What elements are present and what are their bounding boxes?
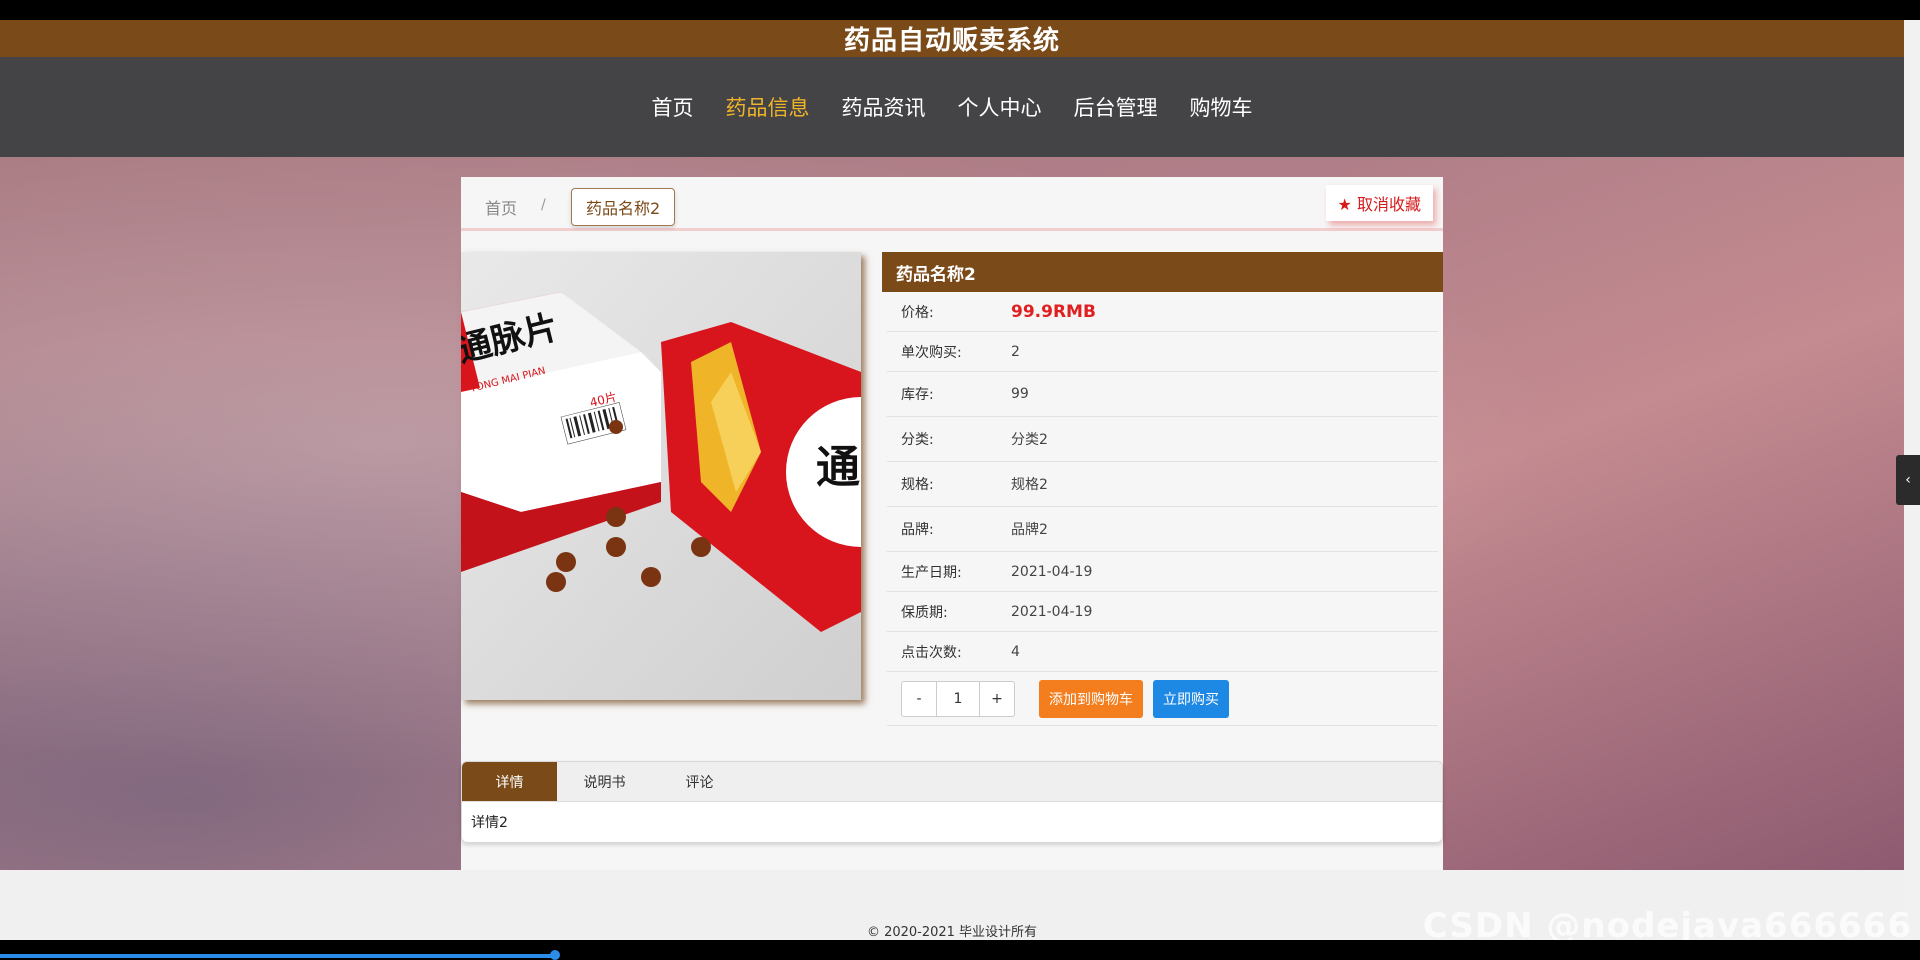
tab-instructions[interactable]: 说明书 bbox=[557, 762, 652, 801]
quantity-increment-button[interactable]: + bbox=[980, 682, 1014, 716]
info-value: 2021-04-19 bbox=[1011, 603, 1093, 620]
breadcrumb: 首页 / 药品名称2 ★ 取消收藏 bbox=[461, 177, 1443, 231]
nav-item-medicine-info[interactable]: 药品信息 bbox=[716, 86, 820, 128]
info-label: 品牌: bbox=[901, 522, 934, 538]
tabs-header: 详情 说明书 评论 bbox=[462, 762, 1442, 802]
chevron-left-icon: ‹ bbox=[1905, 472, 1911, 488]
unfavorite-label: 取消收藏 bbox=[1356, 195, 1421, 214]
info-value: 分类2 bbox=[1011, 432, 1048, 448]
info-row-per-purchase: 单次购买: 2 bbox=[887, 332, 1438, 372]
info-row-price: 价格: 99.9RMB bbox=[887, 292, 1438, 332]
info-value: 99 bbox=[1011, 386, 1029, 402]
video-progress-handle[interactable] bbox=[550, 950, 560, 960]
info-value: 品牌2 bbox=[1011, 522, 1048, 538]
product-info: 药品名称2 价格: 99.9RMB 单次购买: 2 库存: 99 分类: 分类2… bbox=[882, 252, 1443, 726]
unfavorite-button[interactable]: ★ 取消收藏 bbox=[1325, 185, 1433, 221]
add-to-cart-button[interactable]: 添加到购物车 bbox=[1039, 679, 1143, 718]
info-value: 2021-04-19 bbox=[1011, 563, 1093, 580]
tab-details[interactable]: 详情 bbox=[462, 762, 557, 801]
top-black-strip bbox=[0, 0, 1920, 20]
nav-item-medicine-news[interactable]: 药品资讯 bbox=[832, 86, 936, 128]
info-row-category: 分类: 分类2 bbox=[887, 417, 1438, 462]
video-progress-bar[interactable] bbox=[0, 954, 556, 958]
side-panel-toggle[interactable]: ‹ bbox=[1896, 455, 1920, 505]
info-label: 保质期: bbox=[901, 604, 948, 621]
nav-item-profile[interactable]: 个人中心 bbox=[948, 86, 1052, 128]
info-value: 规格2 bbox=[1011, 477, 1048, 493]
quantity-input[interactable]: 1 bbox=[936, 681, 980, 716]
product-detail-panel: 首页 / 药品名称2 ★ 取消收藏 通脉片 TONG MAI PIAN 40片 bbox=[461, 177, 1443, 870]
info-row-brand: 品牌: 品牌2 bbox=[887, 507, 1438, 552]
info-row-shelf-life: 保质期: 2021-04-19 bbox=[887, 592, 1438, 632]
info-label: 分类: bbox=[901, 432, 934, 448]
buy-now-button[interactable]: 立即购买 bbox=[1153, 679, 1229, 718]
tab-comments[interactable]: 评论 bbox=[652, 762, 747, 801]
info-row-click-count: 点击次数: 4 bbox=[887, 632, 1438, 672]
svg-text:通: 通 bbox=[816, 442, 860, 493]
site-title: 药品自动贩卖系统 bbox=[0, 20, 1904, 57]
info-label: 点击次数: bbox=[901, 644, 962, 661]
nav-item-home[interactable]: 首页 bbox=[642, 86, 704, 128]
info-row-stock: 库存: 99 bbox=[887, 372, 1438, 417]
nav-item-admin[interactable]: 后台管理 bbox=[1064, 86, 1168, 128]
info-row-production-date: 生产日期: 2021-04-19 bbox=[887, 552, 1438, 592]
info-label: 规格: bbox=[901, 477, 934, 493]
info-row-spec: 规格: 规格2 bbox=[887, 462, 1438, 507]
breadcrumb-home[interactable]: 首页 bbox=[485, 195, 517, 219]
info-label: 价格: bbox=[901, 304, 934, 321]
info-label: 库存: bbox=[901, 387, 934, 403]
main-nav: 首页 药品信息 药品资讯 个人中心 后台管理 购物车 bbox=[0, 57, 1904, 157]
breadcrumb-current: 药品名称2 bbox=[571, 188, 676, 226]
detail-tabs: 详情 说明书 评论 详情2 bbox=[461, 761, 1443, 843]
info-label: 单次购买: bbox=[901, 344, 962, 361]
star-icon: ★ bbox=[1337, 195, 1352, 214]
quantity-decrement-button[interactable]: - bbox=[902, 682, 936, 716]
info-value: 4 bbox=[1011, 643, 1020, 660]
info-label: 生产日期: bbox=[901, 564, 962, 581]
tab-content: 详情2 bbox=[471, 815, 508, 831]
breadcrumb-separator: / bbox=[541, 197, 546, 213]
quantity-stepper: - 1 + bbox=[901, 680, 1015, 717]
product-image: 通脉片 TONG MAI PIAN 40片 通 bbox=[461, 252, 861, 700]
nav-item-cart[interactable]: 购物车 bbox=[1180, 86, 1263, 128]
purchase-actions: - 1 + 添加到购物车 立即购买 bbox=[887, 672, 1438, 726]
price-value: 99.9RMB bbox=[1011, 301, 1096, 322]
product-title: 药品名称2 bbox=[882, 252, 1443, 292]
info-value: 2 bbox=[1011, 343, 1020, 360]
